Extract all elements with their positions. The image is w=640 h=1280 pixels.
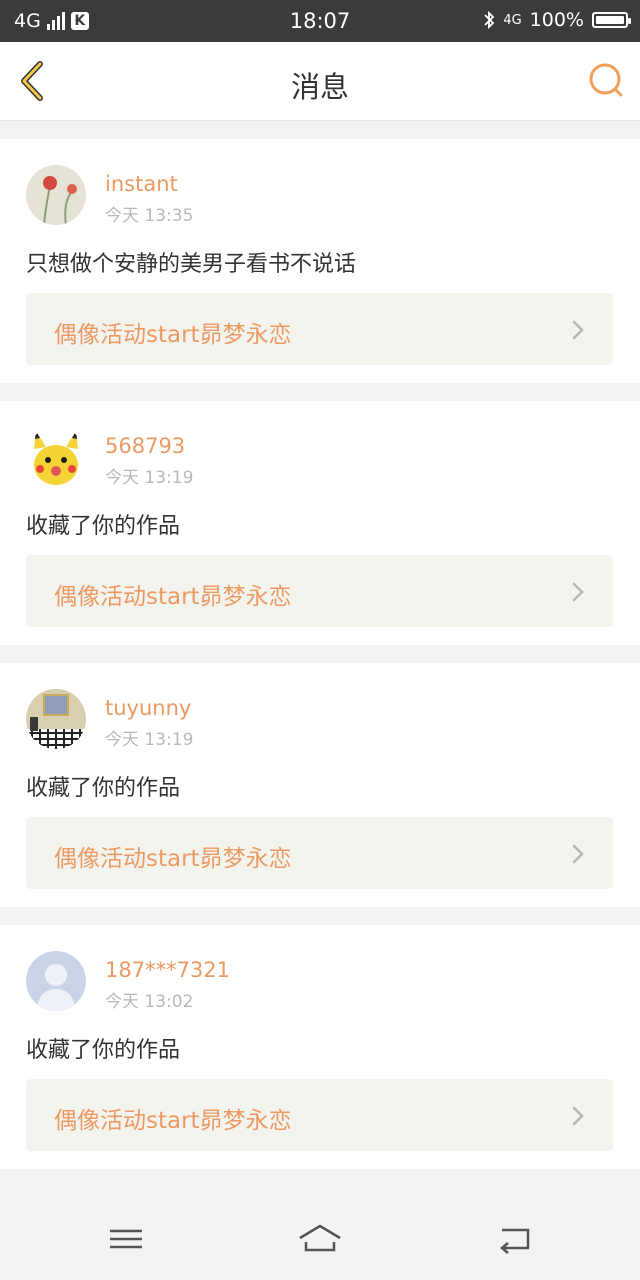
- message-feed: instant 今天 13:35 只想做个安静的美男子看书不说话 偶像活动sta…: [0, 139, 640, 1187]
- work-link-label: 偶像活动start昴梦永恋: [54, 846, 292, 872]
- search-button[interactable]: [586, 60, 626, 100]
- chevron-right-icon: [572, 582, 584, 602]
- chevron-right-icon: [572, 320, 584, 340]
- network-right-label: 4G: [503, 12, 522, 28]
- flower-avatar[interactable]: [26, 165, 86, 225]
- timestamp: 今天 13:19: [105, 468, 194, 488]
- message-text: 收藏了你的作品: [26, 776, 181, 801]
- message-card: tuyunny 今天 13:19 收藏了你的作品 偶像活动start昴梦永恋: [0, 663, 640, 907]
- message-text: 收藏了你的作品: [26, 514, 181, 539]
- battery-icon: [592, 12, 631, 28]
- bluetooth-icon: [484, 10, 495, 30]
- system-back-button[interactable]: [494, 1222, 538, 1256]
- username[interactable]: 187***7321: [105, 958, 230, 982]
- username[interactable]: tuyunny: [105, 696, 191, 720]
- back-button[interactable]: [14, 58, 54, 104]
- message-card: 568793 今天 13:19 收藏了你的作品 偶像活动start昴梦永恋: [0, 401, 640, 645]
- work-link[interactable]: 偶像活动start昴梦永恋: [26, 293, 613, 365]
- room-avatar[interactable]: [26, 689, 86, 749]
- work-link-label: 偶像活动start昴梦永恋: [54, 1108, 292, 1134]
- pikachu-avatar[interactable]: [26, 427, 86, 487]
- menu-button[interactable]: [104, 1222, 148, 1256]
- chevron-right-icon: [572, 1106, 584, 1126]
- timestamp: 今天 13:02: [105, 992, 194, 1012]
- message-text: 收藏了你的作品: [26, 1038, 181, 1063]
- battery-percent: 100%: [529, 9, 584, 31]
- username[interactable]: 568793: [105, 434, 185, 458]
- home-button[interactable]: [298, 1222, 342, 1256]
- message-card: instant 今天 13:35 只想做个安静的美男子看书不说话 偶像活动sta…: [0, 139, 640, 383]
- home-icon: [299, 1224, 341, 1252]
- menu-icon: [110, 1229, 142, 1249]
- chevron-left-icon: [21, 61, 43, 101]
- nav-header: 消息: [0, 42, 640, 121]
- username[interactable]: instant: [105, 172, 178, 196]
- work-link[interactable]: 偶像活动start昴梦永恋: [26, 1079, 613, 1151]
- page-title: 消息: [290, 70, 349, 104]
- chevron-right-icon: [572, 844, 584, 864]
- timestamp: 今天 13:19: [105, 730, 194, 750]
- status-bar: 4G K 18:07 4G 100%: [0, 0, 640, 42]
- work-link[interactable]: 偶像活动start昴梦永恋: [26, 817, 613, 889]
- message-card: 187***7321 今天 13:02 收藏了你的作品 偶像活动start昴梦永…: [0, 925, 640, 1169]
- timestamp: 今天 13:35: [105, 206, 194, 226]
- work-link-label: 偶像活动start昴梦永恋: [54, 584, 292, 610]
- search-icon: [589, 63, 623, 97]
- back-icon: [500, 1228, 530, 1254]
- system-nav-bar: [0, 1198, 640, 1280]
- message-text: 只想做个安静的美男子看书不说话: [26, 252, 357, 277]
- work-link[interactable]: 偶像活动start昴梦永恋: [26, 555, 613, 627]
- work-link-label: 偶像活动start昴梦永恋: [54, 322, 292, 348]
- default-user-avatar[interactable]: [26, 951, 86, 1011]
- status-right: 4G 100%: [483, 9, 631, 31]
